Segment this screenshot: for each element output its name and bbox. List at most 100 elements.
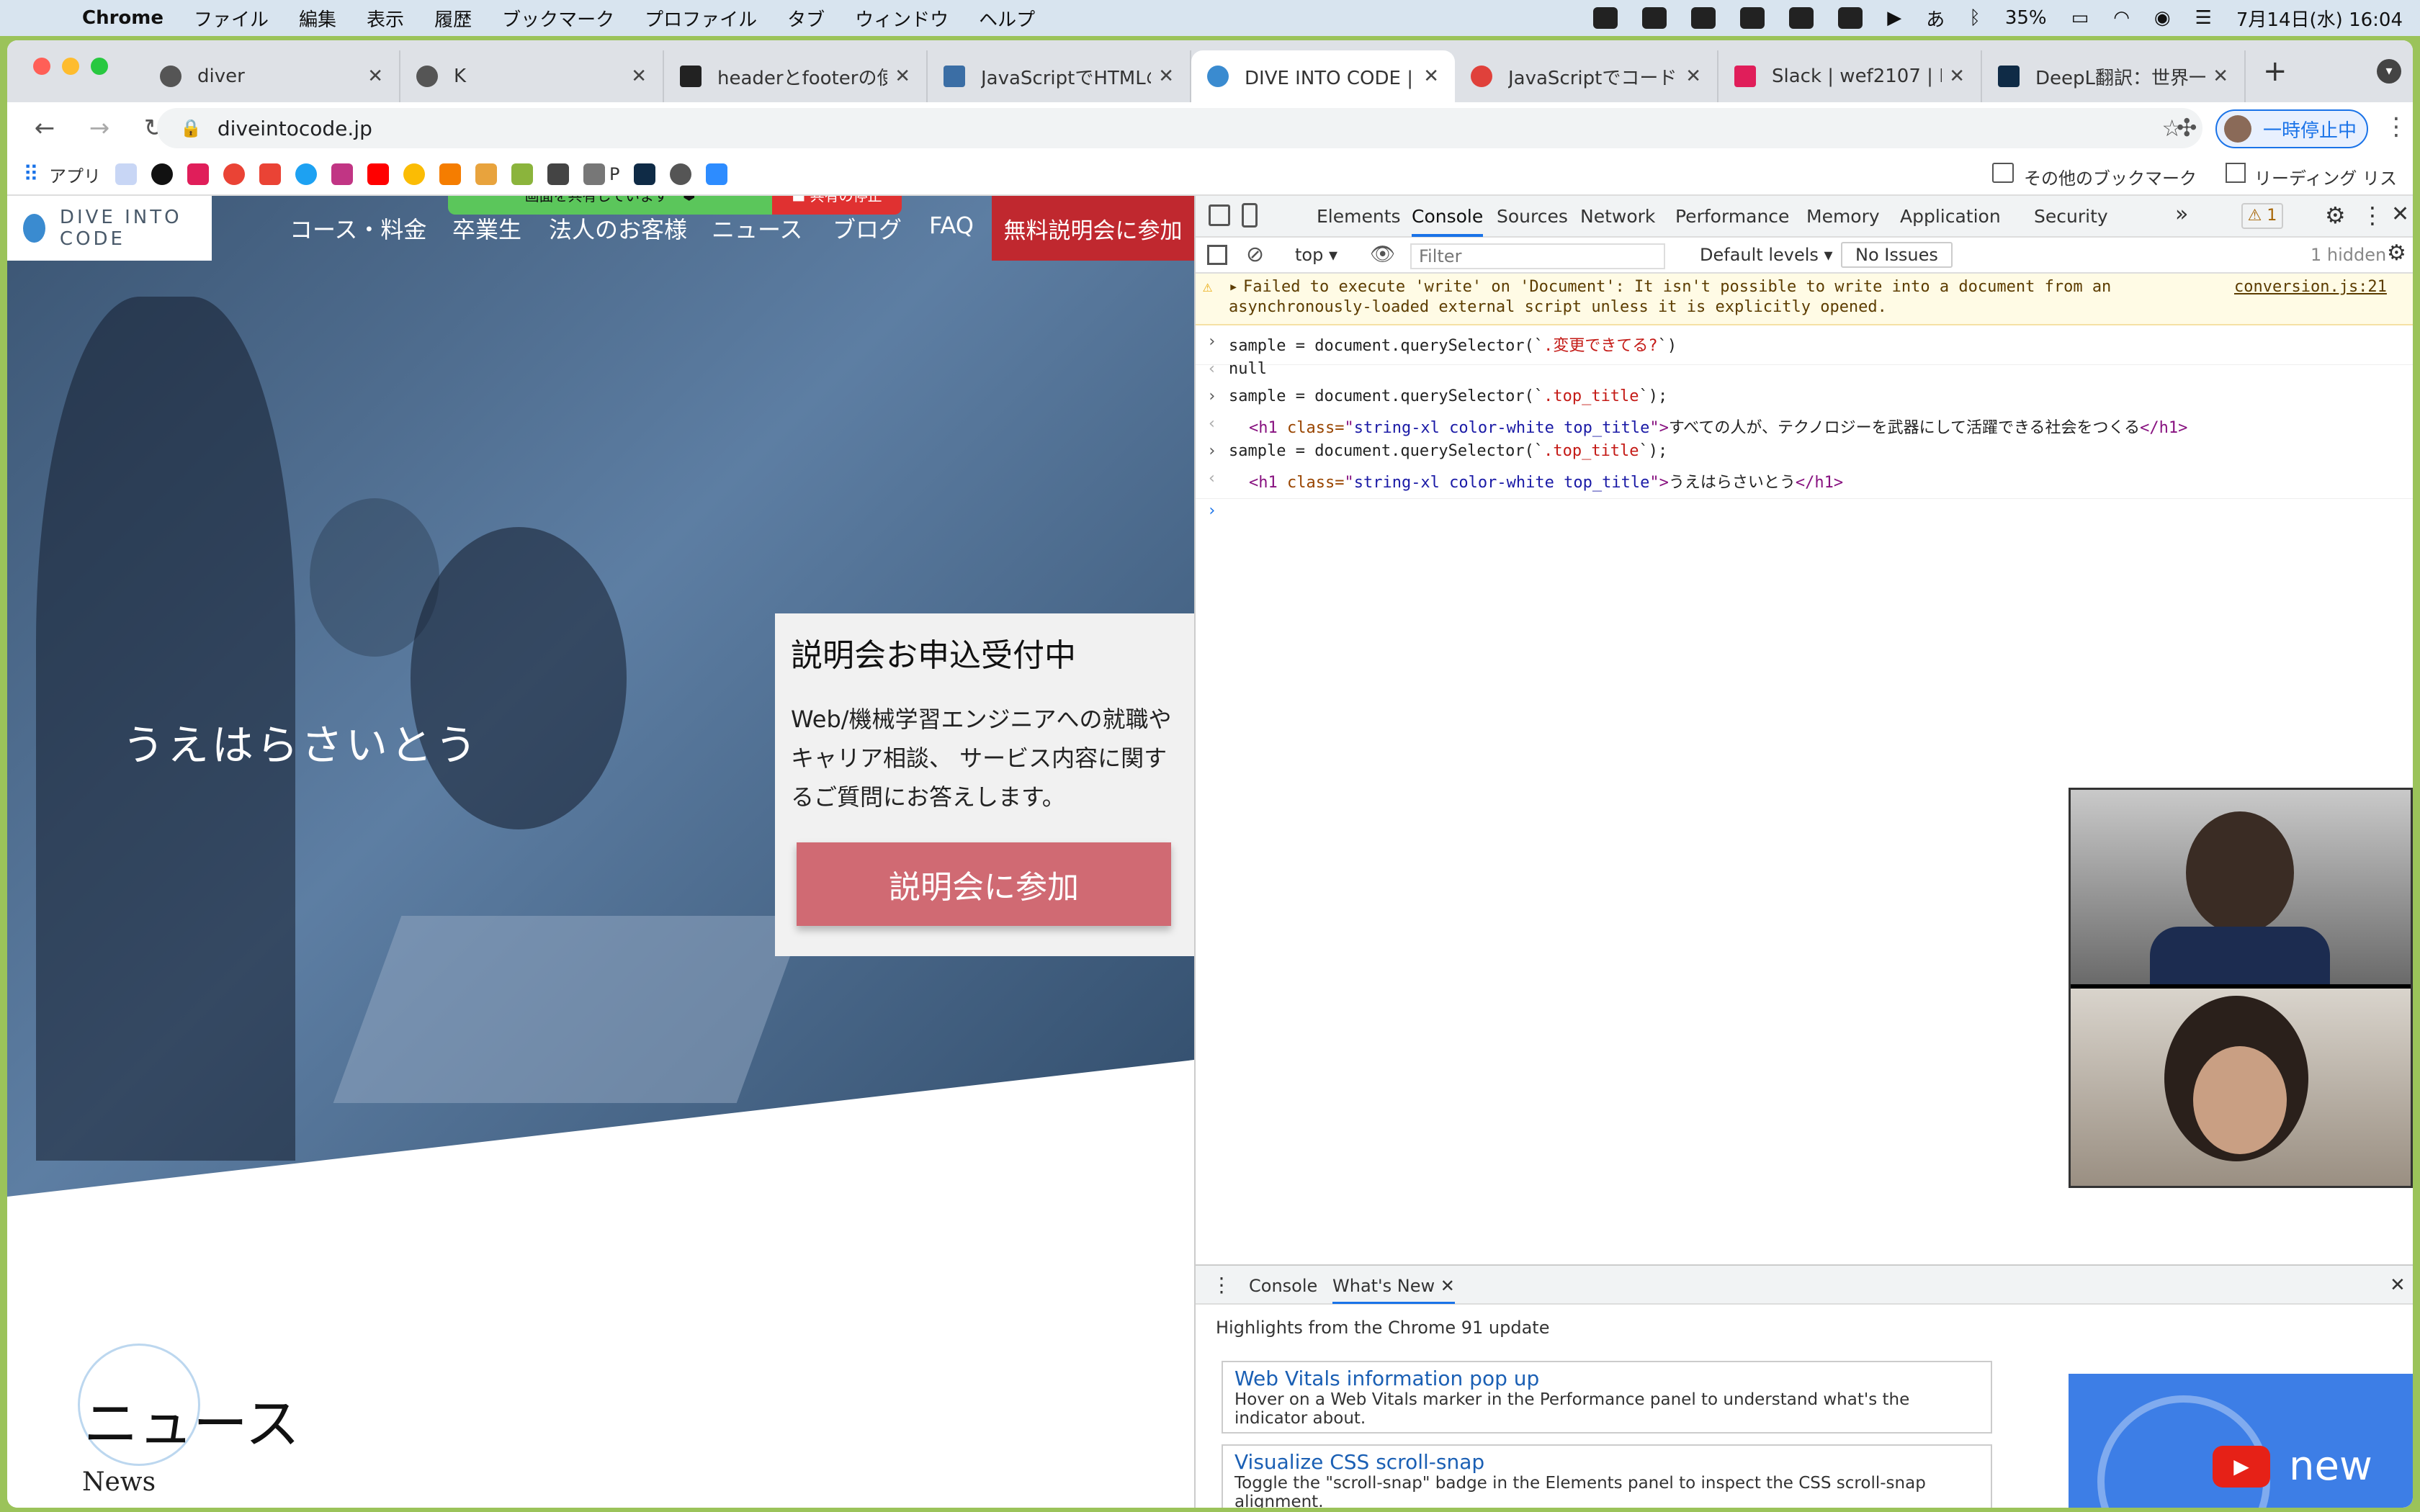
tab-security[interactable]: Security — [2034, 206, 2108, 227]
layout-icon[interactable] — [1838, 7, 1863, 29]
close-tab-icon[interactable]: ✕ — [1685, 66, 1701, 87]
participant-video[interactable] — [2071, 790, 2411, 984]
deepl-icon[interactable] — [634, 163, 656, 185]
tab-deepl[interactable]: DeepL翻訳：世界一高 ✕ — [1982, 50, 2246, 102]
tab-performance[interactable]: Performance — [1675, 206, 1789, 227]
card-title-link[interactable]: Visualize CSS scroll-snap — [1234, 1450, 1979, 1474]
live-expression-eye-icon[interactable]: 👁 — [1370, 242, 1396, 266]
github-icon[interactable] — [151, 163, 173, 185]
close-tab-icon[interactable]: ✕ — [367, 66, 383, 87]
tab-js-code[interactable]: JavaScriptでコードを ✕ — [1455, 50, 1718, 102]
close-tab-icon[interactable]: ✕ — [1423, 66, 1439, 87]
maximize-window-button[interactable] — [91, 58, 108, 75]
console-filter-input[interactable]: Filter — [1410, 243, 1665, 269]
tab-dive-into-code[interactable]: DIVE INTO CODE | プ ✕ — [1191, 50, 1455, 102]
profile-paused-button[interactable]: 一時停止中 — [2215, 109, 2368, 148]
bluetooth-icon[interactable]: ᛒ — [1969, 7, 1981, 29]
settings-gear-icon[interactable]: ⚙ — [2325, 202, 2346, 229]
apps-grid-icon[interactable]: ⠿ — [23, 162, 39, 187]
drawer-tab-whats-new[interactable]: What's New ✕ — [1332, 1276, 1455, 1304]
extensions-puzzle-icon[interactable]: ✣ — [2177, 114, 2197, 143]
wifi-icon[interactable]: ◠ — [2113, 7, 2130, 29]
forward-arrow-icon[interactable]: → — [82, 114, 117, 143]
clear-console-icon[interactable]: ⊘ — [1246, 242, 1264, 267]
nav-faq[interactable]: FAQ — [929, 212, 974, 239]
video-call-overlay[interactable] — [2069, 788, 2413, 1188]
menu-file[interactable]: ファイル — [194, 5, 269, 32]
gmail-icon[interactable] — [259, 163, 281, 185]
nav-blog[interactable]: ブログ — [833, 212, 902, 245]
chat-icon[interactable] — [547, 163, 569, 185]
console-settings-gear-icon[interactable]: ⚙ — [2387, 240, 2406, 266]
tab-slack[interactable]: Slack | wef2107 | DIV ✕ — [1718, 50, 1982, 102]
stop-sharing-button[interactable]: ■ 共有の停止 — [772, 196, 902, 215]
close-tab-icon[interactable]: ✕ — [1158, 66, 1174, 87]
url-text[interactable]: diveintocode.jp — [218, 117, 372, 140]
tab-sources[interactable]: Sources — [1497, 206, 1568, 227]
youtube-icon[interactable] — [367, 163, 389, 185]
sharing-indicator[interactable]: 画面を共有しています ⬢ — [448, 196, 772, 215]
globe-icon[interactable] — [670, 163, 692, 185]
play-icon[interactable]: ▶ — [1887, 7, 1901, 29]
more-tabs-chevron-icon[interactable]: » — [2175, 202, 2188, 227]
join-seminar-button[interactable]: 説明会に参加 — [797, 842, 1171, 926]
tab-console[interactable]: Console — [1412, 206, 1484, 237]
minimize-window-button[interactable] — [62, 58, 79, 75]
menu-tab[interactable]: タブ — [787, 5, 825, 32]
window-icon[interactable] — [1789, 7, 1814, 29]
sidebar-toggle-icon[interactable] — [1207, 245, 1227, 265]
tab-diver[interactable]: diver ✕ — [144, 50, 400, 102]
menu-help[interactable]: ヘルプ — [979, 5, 1035, 32]
menu-view[interactable]: 表示 — [367, 5, 404, 32]
bookmark-apps[interactable]: アプリ — [49, 162, 101, 187]
bookmark-shield-icon[interactable] — [115, 163, 137, 185]
device-toolbar-icon[interactable] — [1242, 203, 1258, 228]
reading-list-icon[interactable] — [2226, 163, 2246, 183]
close-devtools-icon[interactable]: ✕ — [2391, 202, 2409, 227]
nav-news[interactable]: ニュース — [712, 212, 802, 245]
nav-graduates[interactable]: 卒業生 — [452, 212, 521, 245]
instagram-icon[interactable] — [331, 163, 353, 185]
menu-window[interactable]: ウィンドウ — [855, 5, 949, 32]
lh-icon[interactable] — [511, 163, 533, 185]
drawer-menu-icon[interactable]: ⋮ — [1211, 1273, 1232, 1297]
close-tab-icon[interactable]: ✕ — [1440, 1276, 1455, 1296]
google-icon[interactable] — [223, 163, 245, 185]
nav-corporate[interactable]: 法人のお客様 — [549, 212, 687, 245]
shield-icon[interactable] — [1691, 7, 1716, 29]
whats-new-card[interactable]: Web Vitals information pop up Hover on a… — [1222, 1361, 1992, 1434]
tab-network[interactable]: Network — [1580, 206, 1655, 227]
tab-header-footer[interactable]: headerとfooterの使い ✕ — [664, 50, 928, 102]
bookmark-p[interactable]: P — [609, 164, 619, 184]
zoom-icon[interactable] — [1593, 7, 1618, 29]
tab-application[interactable]: Application — [1900, 206, 2001, 227]
twitter-icon[interactable] — [295, 163, 317, 185]
tab-k[interactable]: K ✕ — [400, 50, 664, 102]
whats-new-card[interactable]: Visualize CSS scroll-snap Toggle the "sc… — [1222, 1444, 1992, 1508]
folder-icon[interactable] — [583, 163, 605, 185]
inspect-element-icon[interactable] — [1209, 204, 1230, 226]
site-logo[interactable]: DIVE INTO CODE — [7, 196, 212, 261]
folder-icon[interactable] — [1992, 163, 2014, 183]
battery-percent[interactable]: 35% — [2005, 7, 2047, 29]
devtools-menu-icon[interactable]: ⋮ — [2361, 202, 2384, 229]
slack-icon[interactable] — [187, 163, 209, 185]
screen-share-icon[interactable] — [1642, 7, 1667, 29]
other-bookmarks[interactable]: その他のブックマーク — [2024, 164, 2197, 189]
tab-js-html[interactable]: JavaScriptでHTMLの ✕ — [928, 50, 1191, 102]
blogger-icon[interactable] — [439, 163, 461, 185]
clock[interactable]: 7月14日(水) 16:04 — [2236, 5, 2403, 32]
user-icon[interactable]: ◉ — [2154, 7, 2171, 29]
control-center-icon[interactable]: ☰ — [2195, 7, 2212, 29]
r-icon[interactable] — [475, 163, 497, 185]
warning-source-link[interactable]: conversion.js:21 — [2234, 278, 2387, 296]
whats-new-video-thumbnail[interactable]: ▶ new — [2069, 1374, 2413, 1508]
nav-course[interactable]: コース・料金 — [290, 212, 426, 245]
menu-profile[interactable]: プロファイル — [645, 5, 757, 32]
menu-bookmarks[interactable]: ブックマーク — [502, 5, 614, 32]
close-tab-icon[interactable]: ✕ — [1949, 66, 1965, 87]
tab-search-chevron-icon[interactable]: ▾ — [2377, 59, 2401, 84]
ime-indicator[interactable]: あ — [1926, 5, 1945, 32]
close-tab-icon[interactable]: ✕ — [2213, 66, 2228, 87]
console-prompt[interactable]: › — [1196, 498, 2413, 520]
